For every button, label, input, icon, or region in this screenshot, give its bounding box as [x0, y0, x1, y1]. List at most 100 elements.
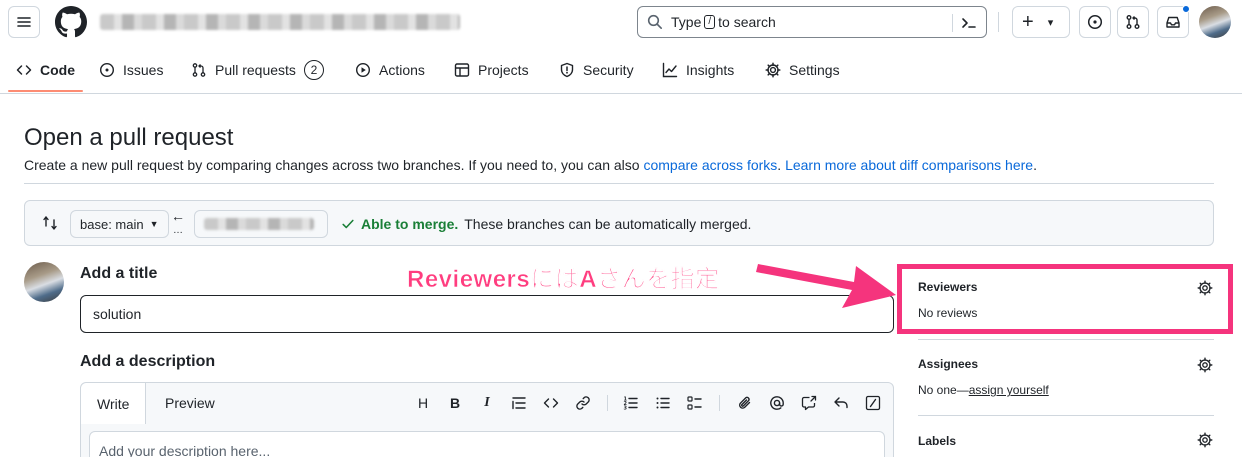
check-icon	[342, 219, 354, 229]
base-branch-select[interactable]: base: main ▼	[70, 210, 169, 238]
tab-settings-label: Settings	[789, 62, 840, 78]
bold-icon[interactable]: B	[447, 395, 463, 411]
compare-forks-link[interactable]: compare across forks	[643, 157, 777, 173]
global-header: Type / to search + ▾	[0, 0, 1242, 48]
paperclip-icon[interactable]	[737, 395, 753, 411]
issue-opened-icon	[1087, 14, 1103, 30]
description-editor: Write Preview H B I 123 Add your descrip…	[80, 382, 894, 457]
subtitle-end: .	[1033, 157, 1037, 173]
cross-reference-icon[interactable]	[801, 395, 817, 411]
command-palette-icon[interactable]	[961, 15, 977, 31]
code-icon	[16, 65, 32, 75]
annotation-label: ReviewersにはAさんを指定	[407, 266, 720, 294]
tab-projects[interactable]: Projects	[454, 48, 529, 92]
labels-heading[interactable]: Labels	[918, 434, 956, 448]
tab-security-label: Security	[583, 62, 634, 78]
heading-icon[interactable]: H	[415, 395, 431, 411]
tasklist-icon[interactable]	[687, 395, 703, 411]
compare-branch-select[interactable]	[194, 210, 328, 238]
sidebar-divider	[918, 415, 1214, 416]
header-divider	[998, 12, 999, 32]
title-divider	[24, 183, 1214, 184]
search-divider	[952, 14, 953, 32]
arrow-left-icon: ←	[171, 208, 185, 224]
notification-dot	[1182, 5, 1190, 13]
tab-pull-requests[interactable]: Pull requests 2	[191, 48, 324, 92]
graph-icon	[662, 62, 678, 78]
create-new-button[interactable]: + ▾	[1012, 6, 1070, 38]
issue-opened-icon	[99, 62, 115, 78]
issues-button[interactable]	[1079, 6, 1111, 38]
toolbar-separator	[607, 395, 608, 411]
add-description-heading: Add a description	[80, 353, 216, 370]
tab-preview[interactable]: Preview	[149, 383, 231, 423]
link-icon[interactable]	[575, 395, 591, 411]
play-icon	[355, 62, 371, 78]
tab-actions[interactable]: Actions	[355, 48, 425, 92]
blurred-repo-name[interactable]	[100, 14, 460, 30]
slash-command-icon[interactable]	[865, 395, 881, 411]
user-avatar[interactable]	[1199, 6, 1231, 38]
tab-projects-label: Projects	[478, 62, 529, 78]
search-icon	[647, 14, 662, 29]
table-icon	[454, 63, 470, 77]
shield-icon	[560, 62, 574, 78]
blurred-branch-name	[204, 218, 314, 230]
tab-settings[interactable]: Settings	[765, 48, 840, 92]
description-textarea[interactable]: Add your description here...	[89, 431, 885, 457]
subtitle-period: .	[777, 157, 786, 173]
italic-icon[interactable]: I	[479, 395, 495, 411]
tab-actions-label: Actions	[379, 62, 425, 78]
chevron-down-icon: ▼	[149, 219, 159, 229]
tab-code-label: Code	[40, 62, 75, 78]
tab-write[interactable]: Write	[81, 383, 147, 424]
pull-requests-button[interactable]	[1117, 6, 1149, 38]
search-suffix: to search	[718, 14, 776, 30]
tab-security[interactable]: Security	[559, 48, 634, 92]
gear-icon	[765, 62, 781, 78]
menu-icon	[17, 17, 31, 27]
tab-insights[interactable]: Insights	[662, 48, 734, 92]
git-pull-request-icon	[192, 63, 206, 77]
compare-arrow-icon: ←…	[171, 208, 185, 237]
github-logo-icon[interactable]	[55, 6, 87, 38]
ordered-list-icon[interactable]: 123	[623, 395, 639, 411]
reviewers-value: No reviews	[918, 306, 978, 320]
merge-status-text: These branches can be automatically merg…	[464, 216, 752, 232]
sidebar-divider	[918, 339, 1214, 340]
tab-code[interactable]: Code	[16, 48, 75, 92]
svg-text:3: 3	[624, 406, 628, 412]
tab-issues-label: Issues	[123, 62, 164, 78]
add-title-heading: Add a title	[80, 265, 158, 282]
search-slash-key: /	[704, 15, 716, 29]
hamburger-menu-button[interactable]	[8, 6, 40, 38]
git-pull-request-icon	[1126, 15, 1140, 29]
reply-icon[interactable]	[833, 395, 849, 411]
merge-status-label: Able to merge.	[361, 216, 459, 232]
unordered-list-icon[interactable]	[655, 395, 671, 411]
pull-requests-counter: 2	[303, 60, 324, 80]
plus-icon: +	[1022, 11, 1034, 33]
tab-pull-requests-label: Pull requests	[215, 62, 296, 78]
repo-nav: Code Issues Pull requests 2 Actions Proj…	[0, 48, 1242, 94]
code-icon[interactable]	[543, 395, 559, 411]
learn-diff-link[interactable]: Learn more about diff comparisons here	[785, 157, 1033, 173]
tab-issues[interactable]: Issues	[99, 48, 163, 92]
assign-yourself-link[interactable]: assign yourself	[969, 383, 1049, 397]
gear-icon[interactable]	[1197, 280, 1213, 296]
gear-icon[interactable]	[1197, 357, 1213, 373]
merge-status: Able to merge. These branches can be aut…	[341, 216, 751, 232]
quote-icon[interactable]	[511, 395, 527, 411]
mention-icon[interactable]	[769, 395, 785, 411]
inbox-icon	[1166, 16, 1180, 28]
annotation-highlight-box	[897, 264, 1233, 334]
search-input[interactable]: Type / to search	[637, 6, 987, 38]
compare-bar: base: main ▼ ←… Able to merge. These bra…	[24, 200, 1214, 246]
gear-icon[interactable]	[1197, 432, 1213, 448]
author-avatar	[24, 262, 64, 302]
base-branch-label: base: main	[80, 216, 144, 232]
tab-insights-label: Insights	[686, 62, 735, 78]
active-tab-underline	[8, 90, 83, 92]
assignees-heading[interactable]: Assignees	[918, 357, 978, 371]
reviewers-heading[interactable]: Reviewers	[918, 280, 977, 294]
